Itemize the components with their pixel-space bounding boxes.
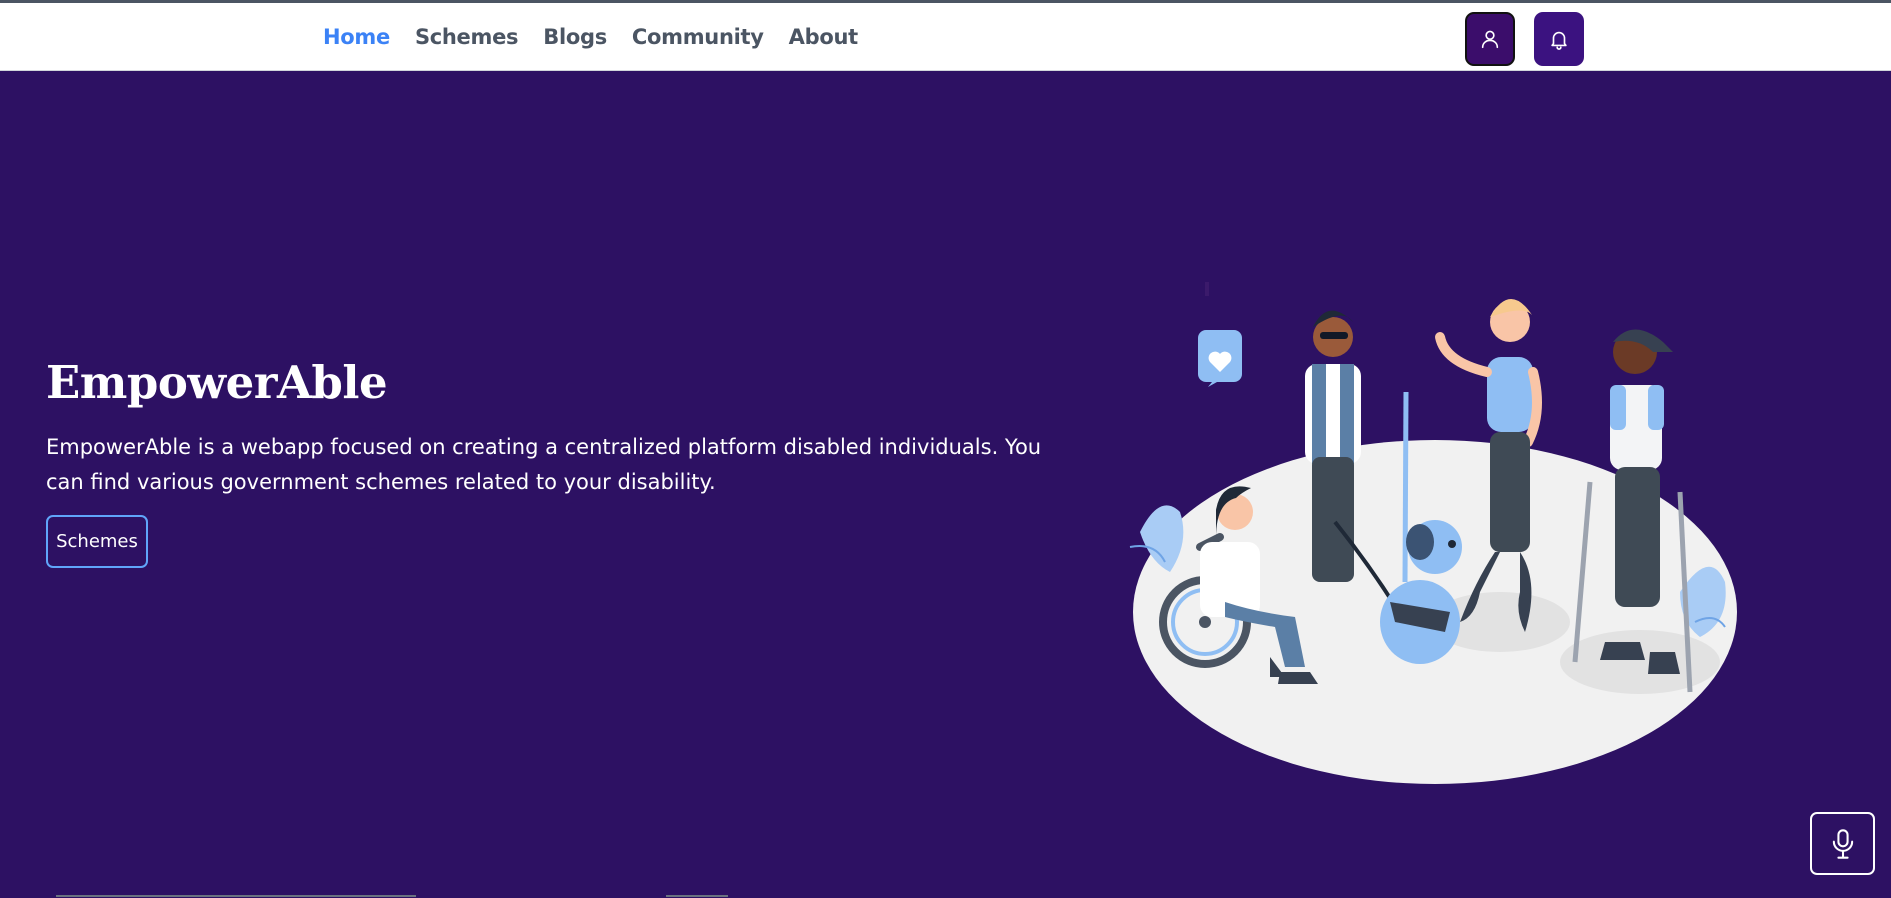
nav-community[interactable]: Community xyxy=(632,25,764,49)
nav-blogs[interactable]: Blogs xyxy=(543,25,607,49)
bottom-divider xyxy=(56,895,416,897)
nav-links: Home Schemes Blogs Community About xyxy=(323,3,858,71)
nav-about[interactable]: About xyxy=(789,25,859,49)
nav-schemes[interactable]: Schemes xyxy=(415,25,519,49)
bell-icon xyxy=(1551,31,1567,50)
notifications-button[interactable] xyxy=(1534,12,1584,66)
bottom-divider-short xyxy=(666,895,728,897)
hero-section: EmpowerAble EmpowerAble is a webapp focu… xyxy=(0,72,1891,898)
hero-title: EmpowerAble xyxy=(46,356,388,409)
microphone-icon xyxy=(1832,828,1853,859)
schemes-button[interactable]: Schemes xyxy=(46,515,148,568)
hero-description: EmpowerAble is a webapp focused on creat… xyxy=(46,435,1042,494)
navbar: Home Schemes Blogs Community About xyxy=(0,3,1891,71)
voice-assistant-button[interactable] xyxy=(1810,812,1875,875)
accessibility-illustration xyxy=(1129,282,1737,784)
user-icon xyxy=(1481,30,1499,49)
nav-home[interactable]: Home xyxy=(323,25,390,49)
profile-button[interactable] xyxy=(1465,12,1515,66)
